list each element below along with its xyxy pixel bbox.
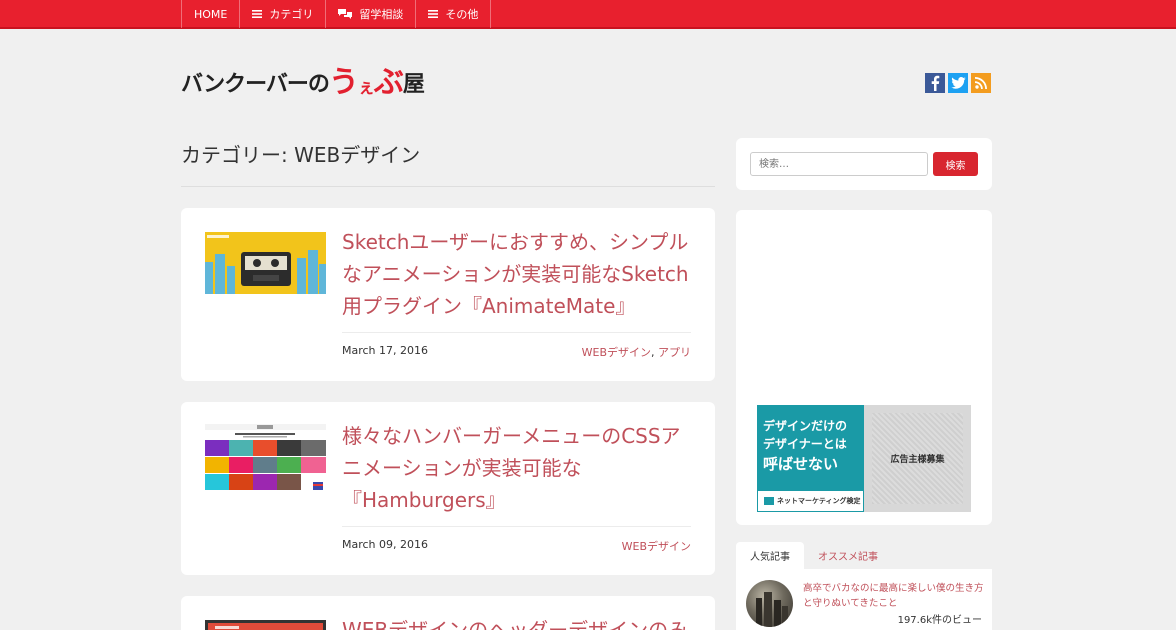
post-card: WEBデザインのヘッダーデザインのみ bbox=[181, 596, 715, 630]
top-navigation-bar: HOME カテゴリ 留学相談 その他 bbox=[0, 0, 1176, 29]
menu-icon bbox=[428, 10, 439, 18]
ad-text: 呼ばせない bbox=[763, 455, 839, 473]
nav-item-home[interactable]: HOME bbox=[181, 0, 239, 28]
nav-item-others[interactable]: その他 bbox=[415, 0, 492, 28]
category-link[interactable]: WEBデザイン bbox=[582, 346, 651, 359]
nav-item-label: その他 bbox=[445, 8, 479, 21]
category-separator: , bbox=[651, 346, 658, 359]
facebook-icon[interactable] bbox=[925, 73, 945, 93]
nav-item-category[interactable]: カテゴリ bbox=[239, 0, 325, 28]
twitter-icon[interactable] bbox=[948, 73, 968, 93]
post-thumbnail[interactable] bbox=[205, 232, 326, 294]
popular-list: 高卒でバカなのに最高に楽しい僕の生き方と守りぬいてきたこと 197.6k件のビュ… bbox=[736, 569, 992, 630]
ad-footer: ネットマーケティング検定 bbox=[757, 490, 864, 512]
logo-text-bu: ぶ bbox=[373, 65, 404, 100]
post-card: Sketchユーザーにおすすめ、シンプルなアニメーションが実装可能なSketch… bbox=[181, 208, 715, 381]
post-thumbnail[interactable] bbox=[205, 424, 326, 506]
divider bbox=[342, 526, 691, 527]
popular-tabs: 人気記事 オススメ記事 bbox=[736, 542, 992, 569]
post-title-link[interactable]: Sketchユーザーにおすすめ、シンプルなアニメーションが実装可能なSketch… bbox=[342, 226, 694, 322]
logo-text-u: う bbox=[328, 65, 359, 100]
rss-icon[interactable] bbox=[971, 73, 991, 93]
category-link[interactable]: アプリ bbox=[658, 346, 691, 359]
tab-popular[interactable]: 人気記事 bbox=[736, 542, 804, 569]
tab-recommended[interactable]: オススメ記事 bbox=[804, 542, 892, 569]
post-thumbnail[interactable] bbox=[205, 620, 326, 630]
social-links bbox=[925, 73, 991, 93]
ad-logo-icon bbox=[764, 497, 774, 505]
post-card: 様々なハンバーガーメニューのCSSアニメーションが実装可能な『Hamburger… bbox=[181, 402, 715, 575]
logo-text-main: バンクーバーの bbox=[181, 71, 330, 97]
ad-banner[interactable]: デザインだけの デザイナーとは 呼ばせない ネットマーケティング検定 広告主様募… bbox=[757, 405, 971, 512]
post-title-link[interactable]: 様々なハンバーガーメニューのCSSアニメーションが実装可能な『Hamburger… bbox=[342, 420, 694, 516]
nav-item-label: 留学相談 bbox=[359, 8, 404, 21]
logo-text-e: ぇ bbox=[357, 78, 375, 98]
ad-placeholder[interactable]: 広告主様募集 bbox=[864, 405, 971, 512]
ad-text: デザイナーとは bbox=[763, 437, 847, 451]
post-categories: WEBデザイン bbox=[622, 538, 691, 554]
post-date: March 09, 2016 bbox=[342, 538, 429, 551]
ad-footer-text: ネットマーケティング検定 bbox=[777, 497, 861, 505]
ad-placeholder-text: 広告主様募集 bbox=[872, 413, 963, 504]
divider bbox=[342, 332, 691, 333]
post-categories: WEBデザイン, アプリ bbox=[582, 344, 691, 360]
post-title-link[interactable]: WEBデザインのヘッダーデザインのみ bbox=[342, 614, 694, 630]
divider bbox=[181, 186, 715, 187]
page-title: カテゴリー: WEBデザイン bbox=[181, 143, 421, 167]
logo-text-ya: 屋 bbox=[402, 71, 425, 97]
menu-icon bbox=[252, 10, 263, 18]
nav-item-label: カテゴリ bbox=[269, 8, 314, 21]
category-link[interactable]: WEBデザイン bbox=[622, 540, 691, 553]
nav-item-label: HOME bbox=[194, 7, 228, 21]
ad-net-marketing[interactable]: デザインだけの デザイナーとは 呼ばせない ネットマーケティング検定 bbox=[757, 405, 864, 512]
site-logo[interactable]: バンクーバーの う ぇ ぶ 屋 bbox=[181, 62, 425, 100]
post-thumbnail[interactable] bbox=[746, 580, 793, 627]
popular-post-link[interactable]: 高卒でバカなのに最高に楽しい僕の生き方と守りぬいてきたこと bbox=[803, 581, 985, 611]
nav-item-consultation[interactable]: 留学相談 bbox=[325, 0, 415, 28]
search-input[interactable] bbox=[750, 152, 928, 176]
search-widget: 検索 bbox=[736, 138, 992, 190]
ad-widget: デザインだけの デザイナーとは 呼ばせない ネットマーケティング検定 広告主様募… bbox=[736, 210, 992, 525]
nav-items: HOME カテゴリ 留学相談 その他 bbox=[181, 0, 492, 29]
post-date: March 17, 2016 bbox=[342, 344, 429, 357]
chat-icon bbox=[338, 8, 353, 20]
view-count: 197.6k件のビュー bbox=[897, 615, 982, 626]
ad-text: デザインだけの bbox=[763, 419, 848, 433]
search-button[interactable]: 検索 bbox=[933, 152, 978, 176]
